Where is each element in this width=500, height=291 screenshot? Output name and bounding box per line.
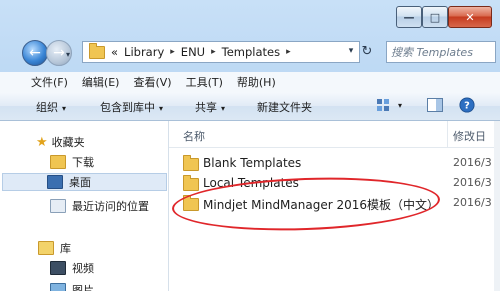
menu-file[interactable]: 文件(F) <box>24 74 75 90</box>
sidebar-item-favorites[interactable]: ★ 收藏夹 <box>36 133 85 151</box>
breadcrumb-separator[interactable]: ▸ <box>170 47 175 57</box>
sidebar-item-downloads[interactable]: 下载 <box>50 153 94 171</box>
view-dropdown-icon[interactable]: ▾ <box>398 101 402 110</box>
file-date: 2016/3 <box>453 196 492 209</box>
column-header-name[interactable]: 名称 <box>183 128 205 144</box>
downloads-label: 下载 <box>72 156 94 169</box>
preview-pane-icon[interactable] <box>426 97 444 113</box>
close-button[interactable]: ✕ <box>448 6 492 28</box>
include-in-library-caret: ▾ <box>159 104 164 113</box>
folder-icon <box>89 42 105 59</box>
include-in-library-label: 包含到库中 <box>100 101 155 114</box>
share-label: 共享 <box>195 101 217 114</box>
back-button[interactable]: ← <box>22 40 48 66</box>
column-headers: 名称 修改日 <box>169 121 500 148</box>
breadcrumb-overflow[interactable]: « <box>111 45 118 59</box>
navigation-bar: ← → ▾ « Library ▸ ENU ▸ Templates ▸ ▾ ↻ … <box>0 38 500 68</box>
explorer-window: — □ ✕ ← → ▾ « Library ▸ ENU ▸ Templates … <box>0 0 500 291</box>
sidebar-item-libraries[interactable]: 库 <box>38 239 71 257</box>
maximize-button[interactable]: □ <box>422 6 448 28</box>
forward-arrow-icon: → <box>53 45 65 61</box>
column-divider[interactable] <box>447 121 448 147</box>
organize-button[interactable]: 组织 ▾ <box>36 99 66 115</box>
share-button[interactable]: 共享 ▾ <box>195 99 225 115</box>
file-row[interactable]: Blank Templates 2016/3 <box>169 153 500 173</box>
desktop-icon <box>47 175 63 189</box>
history-dropdown-icon[interactable]: ▾ <box>66 50 70 59</box>
breadcrumb-templates[interactable]: Templates <box>222 45 280 59</box>
address-dropdown-icon[interactable]: ▾ <box>343 41 359 61</box>
menu-edit[interactable]: 编辑(E) <box>75 74 127 90</box>
menu-view[interactable]: 查看(V) <box>126 74 178 90</box>
videos-label: 视频 <box>72 262 94 275</box>
menu-tools[interactable]: 工具(T) <box>179 74 230 90</box>
sidebar-item-videos[interactable]: 视频 <box>50 259 94 277</box>
file-date: 2016/3 <box>453 176 492 189</box>
include-in-library-button[interactable]: 包含到库中 ▾ <box>100 99 163 115</box>
downloads-folder-icon <box>50 155 66 169</box>
menu-help[interactable]: 帮助(H) <box>230 74 283 90</box>
file-name: Blank Templates <box>203 156 302 170</box>
minimize-button[interactable]: — <box>396 6 422 28</box>
help-icon[interactable]: ? <box>458 97 476 113</box>
folder-icon <box>183 155 199 171</box>
library-icon <box>38 241 54 255</box>
sidebar-item-pictures[interactable]: 图片 <box>50 281 94 291</box>
sidebar-item-desktop[interactable]: 桌面 <box>2 173 167 191</box>
menu-bar: 文件(F) 编辑(E) 查看(V) 工具(T) 帮助(H) <box>0 72 500 93</box>
desktop-label: 桌面 <box>69 176 91 189</box>
libraries-label: 库 <box>60 242 71 255</box>
vertical-scrollbar[interactable] <box>494 121 500 291</box>
breadcrumb-separator[interactable]: ▸ <box>211 47 216 57</box>
column-header-modified[interactable]: 修改日 <box>453 128 486 144</box>
favorites-label: 收藏夹 <box>51 136 85 149</box>
breadcrumb: « Library ▸ ENU ▸ Templates ▸ <box>111 45 291 59</box>
sidebar-item-recent[interactable]: 最近访问的位置 <box>50 197 149 215</box>
breadcrumb-enu[interactable]: ENU <box>181 45 205 59</box>
command-toolbar: 组织 ▾ 包含到库中 ▾ 共享 ▾ 新建文件夹 ▾ ? <box>0 92 500 121</box>
address-buttons: ▾ ↻ <box>343 41 375 63</box>
navigation-pane: ★ 收藏夹 下载 桌面 最近访问的位置 库 视频 图片 <box>0 121 169 291</box>
folder-icon <box>183 175 199 191</box>
file-date: 2016/3 <box>453 156 492 169</box>
pictures-icon <box>50 283 66 291</box>
recent-places-icon <box>50 199 66 213</box>
star-icon: ★ <box>36 134 48 150</box>
address-bar[interactable]: « Library ▸ ENU ▸ Templates ▸ <box>82 41 360 63</box>
new-folder-button[interactable]: 新建文件夹 <box>257 99 312 115</box>
recent-label: 最近访问的位置 <box>72 200 149 213</box>
view-options-icon[interactable] <box>376 97 394 113</box>
back-arrow-icon: ← <box>29 45 41 61</box>
breadcrumb-library[interactable]: Library <box>124 45 164 59</box>
svg-text:?: ? <box>464 101 470 112</box>
refresh-icon[interactable]: ↻ <box>359 41 375 61</box>
organize-label: 组织 <box>36 101 58 114</box>
pictures-label: 图片 <box>72 284 94 291</box>
organize-caret: ▾ <box>62 104 67 113</box>
search-input[interactable]: 搜索 Templates <box>386 41 496 63</box>
share-caret: ▾ <box>221 104 226 113</box>
videos-icon <box>50 261 66 275</box>
breadcrumb-separator[interactable]: ▸ <box>286 47 291 57</box>
